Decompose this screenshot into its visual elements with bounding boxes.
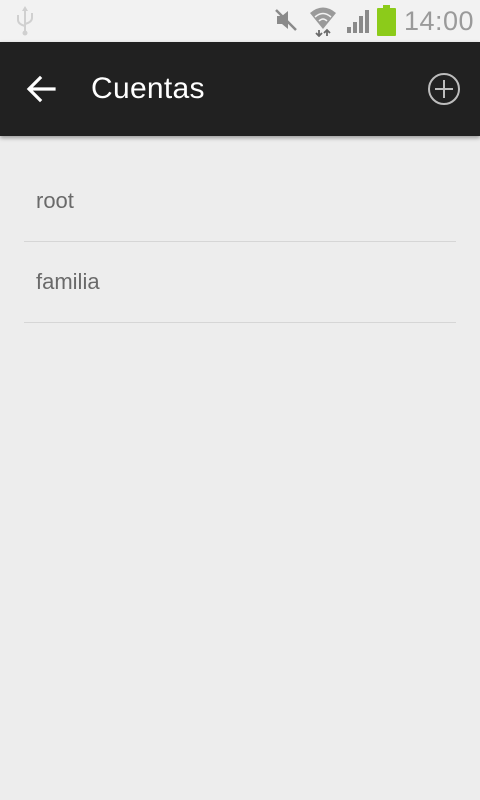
list-item-account[interactable]: root bbox=[24, 161, 456, 242]
arrow-left-icon[interactable] bbox=[24, 69, 60, 109]
accounts-list: root familia bbox=[24, 161, 456, 323]
page-title: Cuentas bbox=[91, 72, 205, 105]
add-circle-icon[interactable] bbox=[427, 72, 461, 106]
signal-icon bbox=[347, 10, 369, 33]
battery-icon bbox=[377, 5, 396, 36]
account-label: familia bbox=[36, 269, 100, 294]
wifi-icon bbox=[310, 7, 336, 37]
list-item-account[interactable]: familia bbox=[24, 242, 456, 323]
account-label: root bbox=[36, 188, 74, 213]
app-bar: Cuentas bbox=[0, 42, 480, 136]
clock: 14:00 bbox=[404, 6, 475, 36]
status-bar: 14:00 bbox=[0, 0, 480, 42]
mute-icon bbox=[275, 9, 297, 31]
usb-icon bbox=[17, 6, 33, 36]
